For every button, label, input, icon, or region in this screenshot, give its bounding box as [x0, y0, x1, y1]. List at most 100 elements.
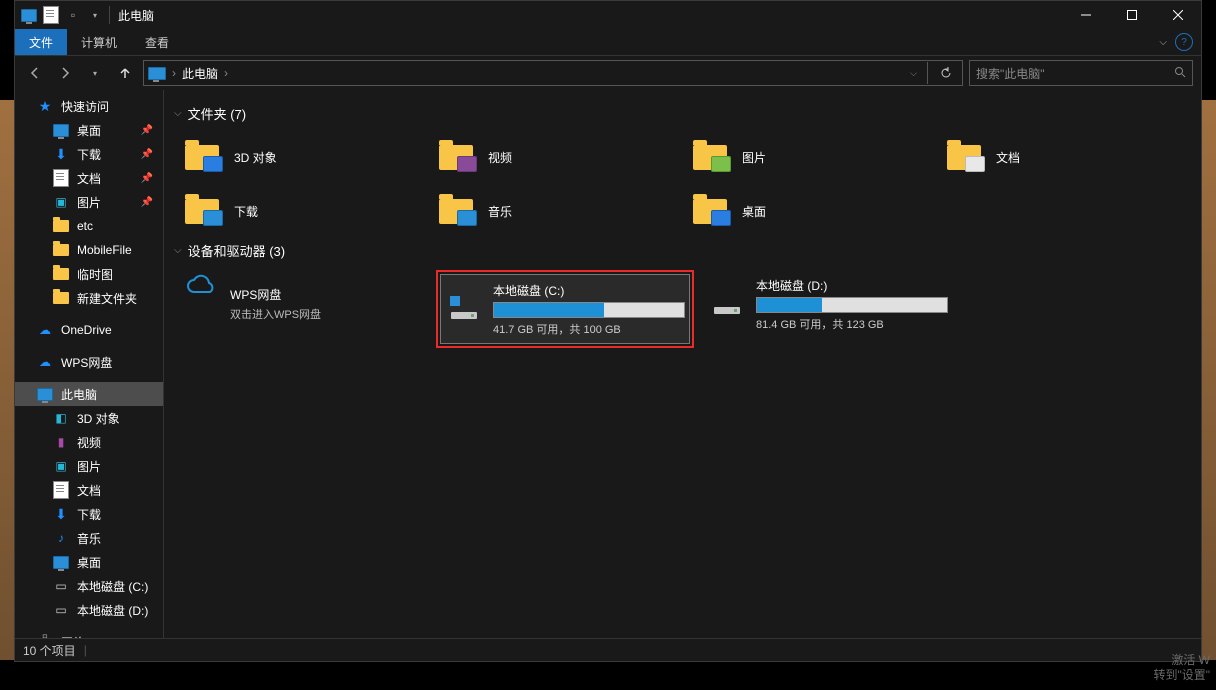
tab-computer[interactable]: 计算机 [67, 29, 131, 55]
ribbon: 文件 计算机 查看 ⌵ ? [15, 29, 1201, 56]
content-pane[interactable]: ⌵ 文件夹 (7) 3D 对象 视频 图片 文档 下载 音乐 桌面 ⌵ 设备和驱… [164, 90, 1201, 638]
tab-view[interactable]: 查看 [131, 29, 183, 55]
folder-3d-objects[interactable]: 3D 对象 [178, 133, 422, 181]
sidebar-item-music[interactable]: ♪ 音乐 [15, 526, 163, 550]
doc-icon [53, 170, 69, 186]
folder-icon [693, 199, 727, 224]
sidebar-this-pc[interactable]: 此电脑 [15, 382, 163, 406]
folder-videos[interactable]: 视频 [432, 133, 676, 181]
chevron-right-icon[interactable]: › [224, 66, 228, 80]
group-header-drives[interactable]: ⌵ 设备和驱动器 (3) [174, 241, 1201, 260]
sidebar-item-label: 图片 [77, 458, 101, 475]
search-input[interactable]: 搜索"此电脑" [969, 60, 1193, 86]
folder-icon [53, 242, 69, 258]
address-box[interactable]: › 此电脑 › ⌵ [143, 60, 963, 86]
group-header-folders[interactable]: ⌵ 文件夹 (7) [174, 104, 1201, 123]
group-title: 文件夹 (7) [188, 104, 247, 123]
sidebar[interactable]: ★ 快速访问 桌面📌 ⬇下载📌 文档📌 ▣图片📌 etc MobileFile … [15, 90, 164, 638]
qat-item-2[interactable]: ▫ [65, 7, 81, 23]
sidebar-item-label: etc [77, 219, 93, 233]
breadcrumb[interactable]: 此电脑 [182, 65, 218, 82]
cloud-icon: ☁ [37, 322, 53, 338]
folder-pictures[interactable]: 图片 [686, 133, 930, 181]
folder-icon [439, 145, 473, 170]
sidebar-item-documents[interactable]: 文档📌 [15, 166, 163, 190]
body: ★ 快速访问 桌面📌 ⬇下载📌 文档📌 ▣图片📌 etc MobileFile … [15, 90, 1201, 638]
sidebar-quick-access[interactable]: ★ 快速访问 [15, 94, 163, 118]
pin-icon: 📌 [141, 125, 153, 136]
sidebar-item-newfolder[interactable]: 新建文件夹 [15, 286, 163, 310]
status-bar: 10 个项目 | [15, 638, 1201, 661]
search-placeholder: 搜索"此电脑" [976, 65, 1174, 82]
network-icon: 🖧 [37, 634, 53, 638]
disk-icon: ▭ [53, 602, 69, 618]
folder-icon [947, 145, 981, 170]
help-icon[interactable]: ? [1175, 33, 1193, 51]
sidebar-item-downloads[interactable]: ⬇下载📌 [15, 142, 163, 166]
address-bar-row: ▾ › 此电脑 › ⌵ 搜索"此电脑" [15, 56, 1201, 90]
sidebar-item-label: 图片 [77, 194, 101, 211]
monitor-icon [53, 122, 69, 138]
sidebar-item-videos[interactable]: ▮视频 [15, 430, 163, 454]
sidebar-network[interactable]: 🖧网络 [15, 630, 163, 638]
disk-icon [445, 279, 483, 339]
sidebar-item-label: 音乐 [77, 530, 101, 547]
tab-file[interactable]: 文件 [15, 29, 67, 55]
sidebar-item-disk-d[interactable]: ▭本地磁盘 (D:) [15, 598, 163, 622]
cloud-icon [182, 274, 220, 298]
history-dropdown[interactable]: ▾ [83, 61, 107, 85]
picture-icon: ▣ [53, 458, 69, 474]
up-button[interactable] [113, 61, 137, 85]
sidebar-item-pictures[interactable]: ▣图片📌 [15, 190, 163, 214]
ribbon-expand-icon[interactable]: ⌵ [1159, 37, 1167, 48]
back-button[interactable] [23, 61, 47, 85]
folders-grid: 3D 对象 视频 图片 文档 下载 音乐 桌面 [178, 133, 1201, 235]
download-icon: ⬇ [53, 146, 69, 162]
activation-watermark: 激活 W 转到"设置" [1153, 653, 1210, 684]
sidebar-item-downloads[interactable]: ⬇下载 [15, 502, 163, 526]
music-icon: ♪ [53, 530, 69, 546]
sidebar-item-label: 新建文件夹 [77, 290, 137, 307]
sidebar-item-label: 桌面 [77, 122, 101, 139]
pin-icon: 📌 [141, 197, 153, 208]
explorer-window: ▫ ▾ 此电脑 文件 计算机 查看 ⌵ ? ▾ [14, 0, 1202, 662]
sidebar-item-pictures[interactable]: ▣ 图片 [15, 454, 163, 478]
folder-music[interactable]: 音乐 [432, 187, 676, 235]
drive-free: 41.7 GB 可用，共 100 GB [493, 321, 685, 337]
group-title: 设备和驱动器 (3) [188, 241, 286, 260]
sidebar-item-documents[interactable]: 文档 [15, 478, 163, 502]
folder-desktop[interactable]: 桌面 [686, 187, 930, 235]
maximize-button[interactable] [1109, 1, 1155, 29]
drive-d[interactable]: 本地磁盘 (D:) 81.4 GB 可用，共 123 GB [704, 270, 952, 338]
quick-access-toolbar: ▫ ▾ [15, 7, 109, 23]
folder-documents[interactable]: 文档 [940, 133, 1184, 181]
folder-label: 文档 [996, 149, 1020, 166]
folder-icon [185, 199, 219, 224]
sidebar-item-desktop[interactable]: 桌面 [15, 550, 163, 574]
sidebar-item-label: 快速访问 [61, 98, 109, 115]
sidebar-wps[interactable]: ☁WPS网盘 [15, 350, 163, 374]
sidebar-onedrive[interactable]: ☁OneDrive [15, 318, 163, 342]
capacity-bar [756, 297, 948, 313]
drive-c[interactable]: 本地磁盘 (C:) 41.7 GB 可用，共 100 GB [440, 274, 690, 344]
minimize-button[interactable] [1063, 1, 1109, 29]
forward-button[interactable] [53, 61, 77, 85]
refresh-button[interactable] [927, 62, 958, 84]
sidebar-item-disk-c[interactable]: ▭本地磁盘 (C:) [15, 574, 163, 598]
sidebar-item-temp[interactable]: 临时图 [15, 262, 163, 286]
sidebar-item-label: 文档 [77, 482, 101, 499]
sidebar-item-3d[interactable]: ◧3D 对象 [15, 406, 163, 430]
chevron-right-icon[interactable]: › [172, 66, 176, 80]
drive-wps[interactable]: WPS网盘 双击进入WPS网盘 [178, 270, 426, 338]
drive-name: WPS网盘 [230, 286, 422, 303]
qat-item-1[interactable] [43, 7, 59, 23]
sidebar-item-mobilefile[interactable]: MobileFile [15, 238, 163, 262]
sidebar-item-etc[interactable]: etc [15, 214, 163, 238]
folder-downloads[interactable]: 下载 [178, 187, 422, 235]
close-button[interactable] [1155, 1, 1201, 29]
sidebar-item-label: WPS网盘 [61, 354, 112, 371]
qat-dropdown[interactable]: ▾ [87, 7, 103, 23]
addr-dropdown-icon[interactable]: ⌵ [910, 68, 921, 79]
sidebar-item-desktop[interactable]: 桌面 📌 [15, 118, 163, 142]
titlebar[interactable]: ▫ ▾ 此电脑 [15, 1, 1201, 29]
